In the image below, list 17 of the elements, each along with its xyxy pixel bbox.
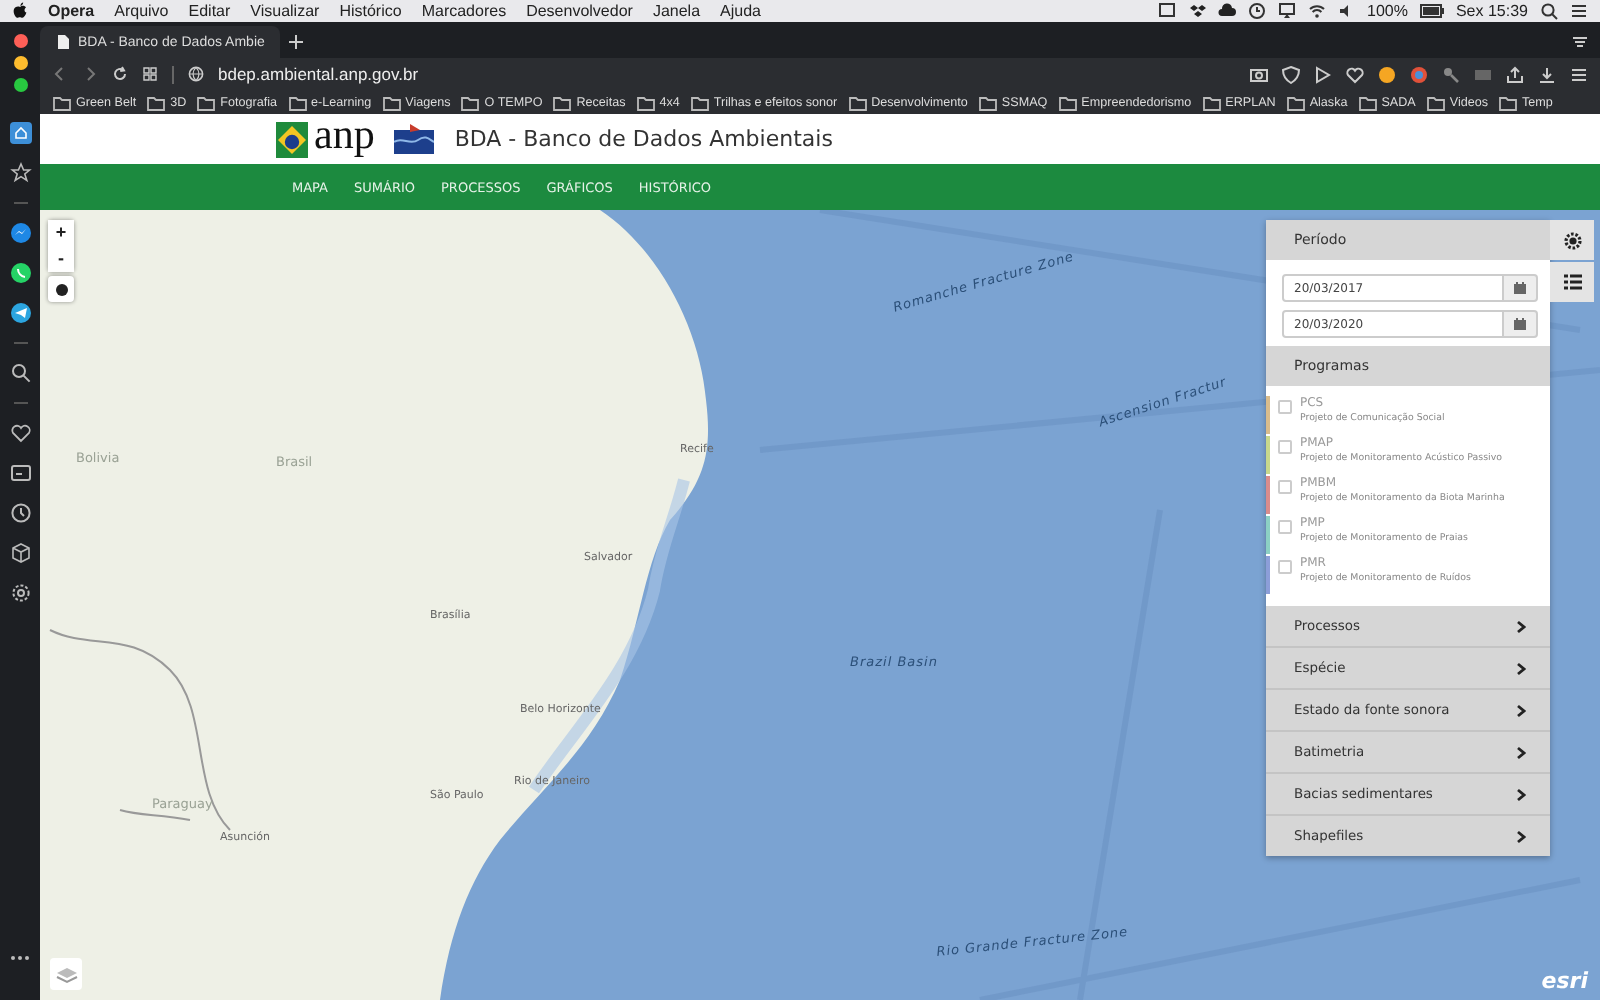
menubar-clock: Sex 15:39 <box>1455 2 1528 20</box>
menu-item[interactable]: Marcadores <box>421 2 507 20</box>
menu-item[interactable]: Desenvolvedor <box>526 2 633 20</box>
battery-percentage: 100% <box>1367 2 1408 20</box>
zoom-out-button[interactable]: - <box>48 246 74 272</box>
site-title: BDA - Banco de Dados Ambientais <box>454 126 833 152</box>
menu-item[interactable]: Visualizar <box>250 2 320 20</box>
menu-item[interactable]: Editar <box>188 2 231 20</box>
menu-item[interactable]: Histórico <box>339 2 402 20</box>
menu-item[interactable]: Arquivo <box>114 2 169 20</box>
zoom-in-button[interactable]: + <box>48 220 74 246</box>
esri-logo: esri <box>1541 968 1588 994</box>
menu-item[interactable]: Janela <box>652 2 701 20</box>
address-field[interactable]: bdep.ambiental.anp.gov.br <box>218 64 419 84</box>
menu-item[interactable]: Ajuda <box>720 2 761 20</box>
app-menu[interactable]: Opera <box>48 2 95 20</box>
anp-logo: anp <box>314 114 375 156</box>
